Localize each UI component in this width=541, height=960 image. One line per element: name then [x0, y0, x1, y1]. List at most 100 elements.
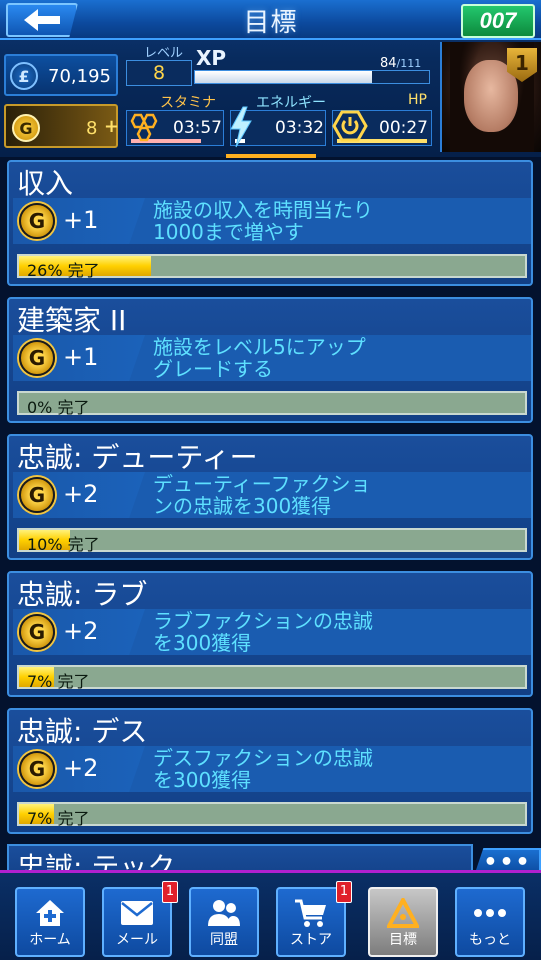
- goal-progress-bar: 0% 完了: [17, 391, 527, 417]
- 007-logo[interactable]: 007: [461, 4, 535, 38]
- goal-description: デスファクションの忠誠 を300獲得: [153, 747, 523, 791]
- gold-coin-icon: G: [12, 114, 40, 142]
- page-title: 目標: [243, 8, 298, 38]
- header: 目標 007 £ 70,195 G 8 + レベル 8 XP 84/111 スタ…: [0, 0, 541, 158]
- level-label: レベル: [144, 46, 184, 61]
- xp-readout: 84/111: [380, 56, 421, 71]
- goal-reward: G +2: [13, 746, 145, 792]
- gold-coin-icon: G: [19, 203, 55, 239]
- goal-body: G +2 デューティーファクショ ンの忠誠を300獲得: [13, 472, 531, 518]
- reward-value: +2: [63, 617, 99, 645]
- goal-card[interactable]: 収入 G +1 施設の収入を時間当たり 1000まで増やす 26% 完了: [7, 160, 533, 286]
- goal-title: 建築家 II: [17, 304, 127, 337]
- xp-bar-fill: [195, 71, 373, 83]
- stamina-hex-icon: [124, 110, 164, 146]
- stamina-label: スタミナ: [160, 95, 216, 111]
- energy-label: エネルギー: [256, 95, 326, 111]
- top-bar: 目標 007: [0, 0, 541, 40]
- pound-icon: £: [10, 62, 38, 90]
- goal-progress-text: 7% 完了: [27, 672, 90, 691]
- goal-description: ラブファクションの忠誠 を300獲得: [153, 610, 523, 654]
- goal-description-line: を300獲得: [153, 631, 252, 655]
- goal-body: G +2 ラブファクションの忠誠 を300獲得: [13, 609, 531, 655]
- goal-description-line: デスファクションの忠誠: [153, 746, 373, 770]
- money-value: 70,195: [48, 66, 111, 87]
- goal-progress-text: 7% 完了: [27, 809, 90, 828]
- xp-max: /111: [396, 57, 422, 70]
- nav-store[interactable]: ストア 1: [276, 881, 352, 957]
- goal-description-line: を300獲得: [153, 768, 252, 792]
- reward-value: +1: [63, 343, 99, 371]
- goal-card[interactable]: 建築家 II G +1 施設をレベル5にアップ グレードする 0% 完了: [7, 297, 533, 423]
- gold-coin-icon: G: [19, 751, 55, 787]
- goal-progress-text: 26% 完了: [27, 261, 100, 280]
- nav-alliance-label: 同盟: [210, 932, 238, 948]
- nav-mail[interactable]: メール 1: [102, 881, 178, 957]
- nav-mail-label: メール: [116, 932, 158, 948]
- goal-reward: G +1: [13, 198, 145, 244]
- goal-list[interactable]: 収入 G +1 施設の収入を時間当たり 1000まで増やす 26% 完了 建築家…: [0, 158, 541, 870]
- goal-description: 施設の収入を時間当たり 1000まで増やす: [153, 199, 523, 243]
- gold-add-icon[interactable]: +: [104, 116, 119, 137]
- nav-alliance[interactable]: 同盟: [189, 887, 259, 957]
- xp-label: XP: [196, 46, 227, 70]
- nav-more[interactable]: もっと: [455, 887, 525, 957]
- goal-body: G +1 施設の収入を時間当たり 1000まで増やす: [13, 198, 531, 244]
- nav-more-label: もっと: [469, 932, 511, 948]
- goal-description: デューティーファクショ ンの忠誠を300獲得: [153, 473, 523, 517]
- energy-bolt-icon: [226, 104, 256, 150]
- goal-description-line: デューティーファクショ: [153, 472, 371, 496]
- gold-display[interactable]: G 8 +: [4, 104, 119, 148]
- xp-bar: [194, 70, 430, 84]
- shopping-cart-icon: [278, 895, 344, 931]
- hp-label: HP: [408, 92, 427, 108]
- gold-coin-icon: G: [19, 614, 55, 650]
- goal-body: G +1 施設をレベル5にアップ グレードする: [13, 335, 531, 381]
- level-value: 8: [126, 60, 192, 86]
- xp-current: 84: [380, 56, 397, 71]
- goal-description-line: 施設の収入を時間当たり: [153, 198, 373, 222]
- goal-reward: G +1: [13, 335, 145, 381]
- home-icon: [17, 895, 83, 931]
- goal-description-line: ラブファクションの忠誠: [153, 609, 373, 633]
- reward-value: +1: [63, 206, 99, 234]
- nav-home-label: ホーム: [29, 932, 71, 948]
- hp-power-icon: [330, 106, 370, 146]
- nav-home[interactable]: ホーム: [15, 887, 85, 957]
- goal-description: 施設をレベル5にアップ グレードする: [153, 336, 523, 380]
- more-dots-icon: [457, 895, 523, 931]
- bottom-nav: ホーム メール 1 同盟 ストア 1 目標 もっと: [0, 870, 541, 960]
- goal-title: 忠誠: デス: [17, 715, 148, 748]
- goal-description-line: 施設をレベル5にアップ: [153, 335, 366, 359]
- gold-value: 8: [86, 118, 98, 139]
- goal-card[interactable]: 忠誠: デス G +2 デスファクションの忠誠 を300獲得 7% 完了: [7, 708, 533, 834]
- goal-card[interactable]: 忠誠: ラブ G +2 ラブファクションの忠誠 を300獲得 7% 完了: [7, 571, 533, 697]
- reward-value: +2: [63, 754, 99, 782]
- mail-icon: [104, 895, 170, 931]
- goal-description-line: ンの忠誠を300獲得: [153, 494, 332, 518]
- alliance-icon: [191, 895, 257, 931]
- nav-store-label: ストア: [290, 932, 332, 948]
- money-display: £ 70,195: [4, 54, 118, 96]
- goal-progress-text: 10% 完了: [27, 535, 100, 554]
- goal-progress-bar: 7% 完了: [17, 802, 527, 828]
- goal-progress-bar: 26% 完了: [17, 254, 527, 280]
- stamina-timer: 03:57: [173, 118, 222, 138]
- goal-title: 収入: [17, 167, 74, 200]
- goal-body: G +2 デスファクションの忠誠 を300獲得: [13, 746, 531, 792]
- nav-goals-label: 目標: [389, 932, 417, 948]
- goal-reward: G +2: [13, 472, 145, 518]
- goal-progress-bar: 10% 完了: [17, 528, 527, 554]
- goal-description-line: 1000まで増やす: [153, 220, 304, 244]
- more-options-tab[interactable]: •••: [474, 848, 541, 870]
- gold-coin-icon: G: [19, 340, 55, 376]
- goal-title: 忠誠: テック: [17, 851, 176, 870]
- mail-notification-badge: 1: [162, 881, 178, 903]
- hp-timer: 00:27: [379, 118, 428, 138]
- nav-goals[interactable]: 目標: [368, 887, 438, 957]
- goal-title: 忠誠: デューティー: [17, 441, 258, 474]
- goal-card[interactable]: 忠誠: デューティー G +2 デューティーファクショ ンの忠誠を300獲得 1…: [7, 434, 533, 560]
- energy-timer: 03:32: [275, 118, 324, 138]
- goal-progress-text: 0% 完了: [27, 398, 90, 417]
- goal-card-partial[interactable]: 忠誠: テック: [7, 844, 473, 870]
